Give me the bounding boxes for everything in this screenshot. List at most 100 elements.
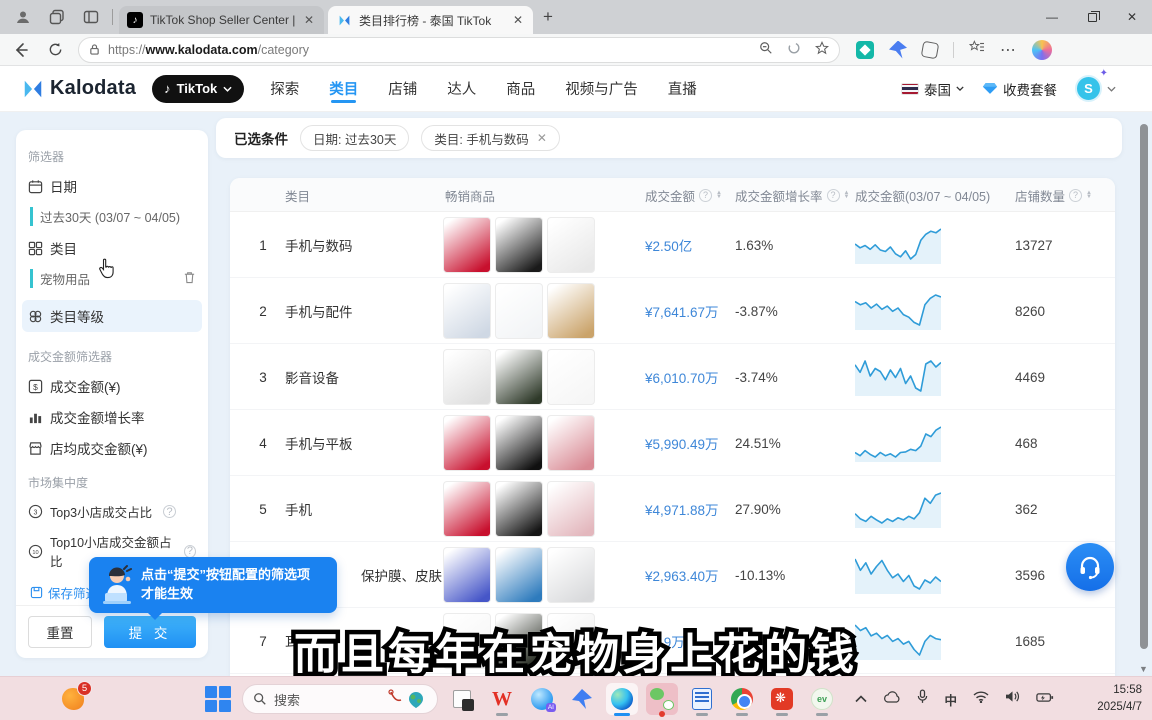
sidebar-item-category[interactable]: 类目 [28,238,196,258]
info-icon[interactable]: ? [1069,189,1082,202]
filter-chip-date[interactable]: 日期: 过去30天 [300,125,409,151]
tab-tiktok-seller-center[interactable]: ♪ TikTok Shop Seller Center | Cross ✕ [119,6,324,34]
chrome-app[interactable] [726,683,758,715]
microphone-icon[interactable] [917,689,928,709]
product-thumbnail[interactable] [443,547,491,603]
product-thumbnail[interactable] [443,349,491,405]
chip-close-icon[interactable]: ✕ [537,131,547,145]
tab-close-icon[interactable]: ✕ [511,13,525,27]
sidebar-item-category-level[interactable]: 类目等级 [22,300,202,332]
info-icon[interactable]: ? [827,189,840,202]
back-icon[interactable] [8,37,34,63]
zoom-out-icon[interactable] [759,41,773,58]
date-filter-value[interactable]: 过去30天 (03/07 ~ 04/05) [30,207,196,226]
ime-indicator[interactable]: 中 [944,690,957,709]
extension-bird-icon[interactable] [889,41,907,59]
vertical-tabs-icon[interactable] [80,6,102,28]
favorite-star-icon[interactable] [815,41,829,58]
table-row[interactable]: 3 影音设备 ¥6,010.70万 -3.74% 4469 [230,344,1115,410]
sidebar-item-gmv-growth[interactable]: 成交金额增长率 [28,407,196,427]
col-stores[interactable]: 店铺数量?▲▼ [1015,178,1092,212]
nav-item-1[interactable]: 类目 [329,66,358,111]
category-name[interactable]: 手机与配件 [285,278,435,344]
product-thumbnail[interactable] [547,283,595,339]
region-selector[interactable]: 泰国 [901,79,964,99]
table-row[interactable]: 1 手机与数码 ¥2.50亿 1.63% 13727 [230,212,1115,278]
tab-group-icon[interactable] [46,6,68,28]
product-thumbnail[interactable] [495,217,543,273]
table-row[interactable]: 5 手机 ¥4,971.88万 27.90% 362 [230,476,1115,542]
wechat-app[interactable] [646,683,678,715]
table-row[interactable]: 6 保护膜、皮肤 ¥2,963.40万 -10.13% 3596 [230,542,1115,608]
product-thumbnail[interactable] [443,415,491,471]
product-thumbnail[interactable] [443,217,491,273]
ai-browser-app[interactable] [526,683,558,715]
category-name[interactable]: 手机 [285,476,435,542]
sidebar-item-gmv[interactable]: $ 成交金额(¥) [28,376,196,396]
category-name[interactable]: 手机与数码 [285,212,435,278]
onedrive-cloud-icon[interactable] [883,690,901,708]
start-button[interactable] [202,683,234,715]
edge-app[interactable] [606,683,638,715]
pricing-plan-link[interactable]: 收费套餐 [982,79,1057,99]
extension-outline-icon[interactable] [921,40,940,59]
minimize-button[interactable]: — [1032,0,1072,34]
category-name[interactable]: 影音设备 [285,344,435,410]
close-button[interactable]: ✕ [1112,0,1152,34]
col-growth[interactable]: 成交金额增长率?▲▼ [735,178,849,212]
nav-item-5[interactable]: 视频与广告 [565,66,638,111]
tab-kalodata-category[interactable]: 类目排行榜 - 泰国 TikTok ✕ [328,6,533,34]
more-menu-icon[interactable]: ⋯ [1000,40,1017,60]
sort-icon[interactable]: ▲▼ [844,191,850,199]
ev-capture-app[interactable]: ev [806,683,838,715]
taskbar-clock[interactable]: 15:58 2025/4/7 [1097,682,1142,715]
col-gmv[interactable]: 成交金额?▲▼ [645,178,722,212]
new-tab-button[interactable]: + [543,7,553,27]
profile-icon[interactable] [12,6,34,28]
volume-icon[interactable] [1005,690,1020,708]
taskbar-search[interactable]: 搜索 [242,684,438,714]
platform-selector[interactable]: ♪ TikTok [152,75,244,103]
page-scrollbar[interactable]: ▼ [1138,112,1150,676]
scrollbar-thumb[interactable] [1140,124,1148,649]
product-thumbnail[interactable] [547,481,595,537]
product-thumbnail[interactable] [547,349,595,405]
nav-item-6[interactable]: 直播 [668,66,697,111]
product-thumbnail[interactable] [547,415,595,471]
product-thumbnail[interactable] [547,547,595,603]
nav-item-3[interactable]: 达人 [447,66,476,111]
product-thumbnail[interactable] [495,415,543,471]
nav-item-0[interactable]: 探索 [270,66,299,111]
wifi-icon[interactable] [973,690,989,708]
help-icon[interactable]: ? [163,505,176,518]
wps-app[interactable]: W [486,683,518,715]
customer-service-button[interactable] [1066,543,1114,591]
refresh-icon[interactable] [42,37,68,63]
product-thumbnail[interactable] [443,481,491,537]
task-view-app[interactable] [446,683,478,715]
info-icon[interactable]: ? [699,189,712,202]
notepad-app[interactable] [686,683,718,715]
read-aloud-icon[interactable] [787,41,801,58]
extension-teal-icon[interactable] [856,41,874,59]
sidebar-item-date[interactable]: 日期 [28,176,196,196]
category-name[interactable]: 手机与平板 [285,410,435,476]
tab-close-icon[interactable]: ✕ [302,13,316,27]
kite-app[interactable] [566,683,598,715]
account-menu[interactable]: ✦ S [1075,75,1116,102]
trash-icon[interactable] [183,271,196,287]
sort-icon[interactable]: ▲▼ [716,191,722,199]
copilot-icon[interactable] [1032,40,1052,60]
product-thumbnail[interactable] [443,283,491,339]
product-thumbnail[interactable] [495,283,543,339]
product-thumbnail[interactable] [495,481,543,537]
table-row[interactable]: 4 手机与平板 ¥5,990.49万 24.51% 468 [230,410,1115,476]
address-bar[interactable]: https://www.kalodata.com/category [78,37,840,63]
product-thumbnail[interactable] [495,349,543,405]
red-utility-app[interactable] [766,683,798,715]
table-row[interactable]: 2 手机与配件 ¥7,641.67万 -3.87% 8260 [230,278,1115,344]
help-icon[interactable]: ? [184,545,196,558]
filter-chip-category[interactable]: 类目: 手机与数码 ✕ [421,125,560,151]
battery-icon[interactable] [1036,690,1054,708]
nav-item-4[interactable]: 商品 [506,66,535,111]
